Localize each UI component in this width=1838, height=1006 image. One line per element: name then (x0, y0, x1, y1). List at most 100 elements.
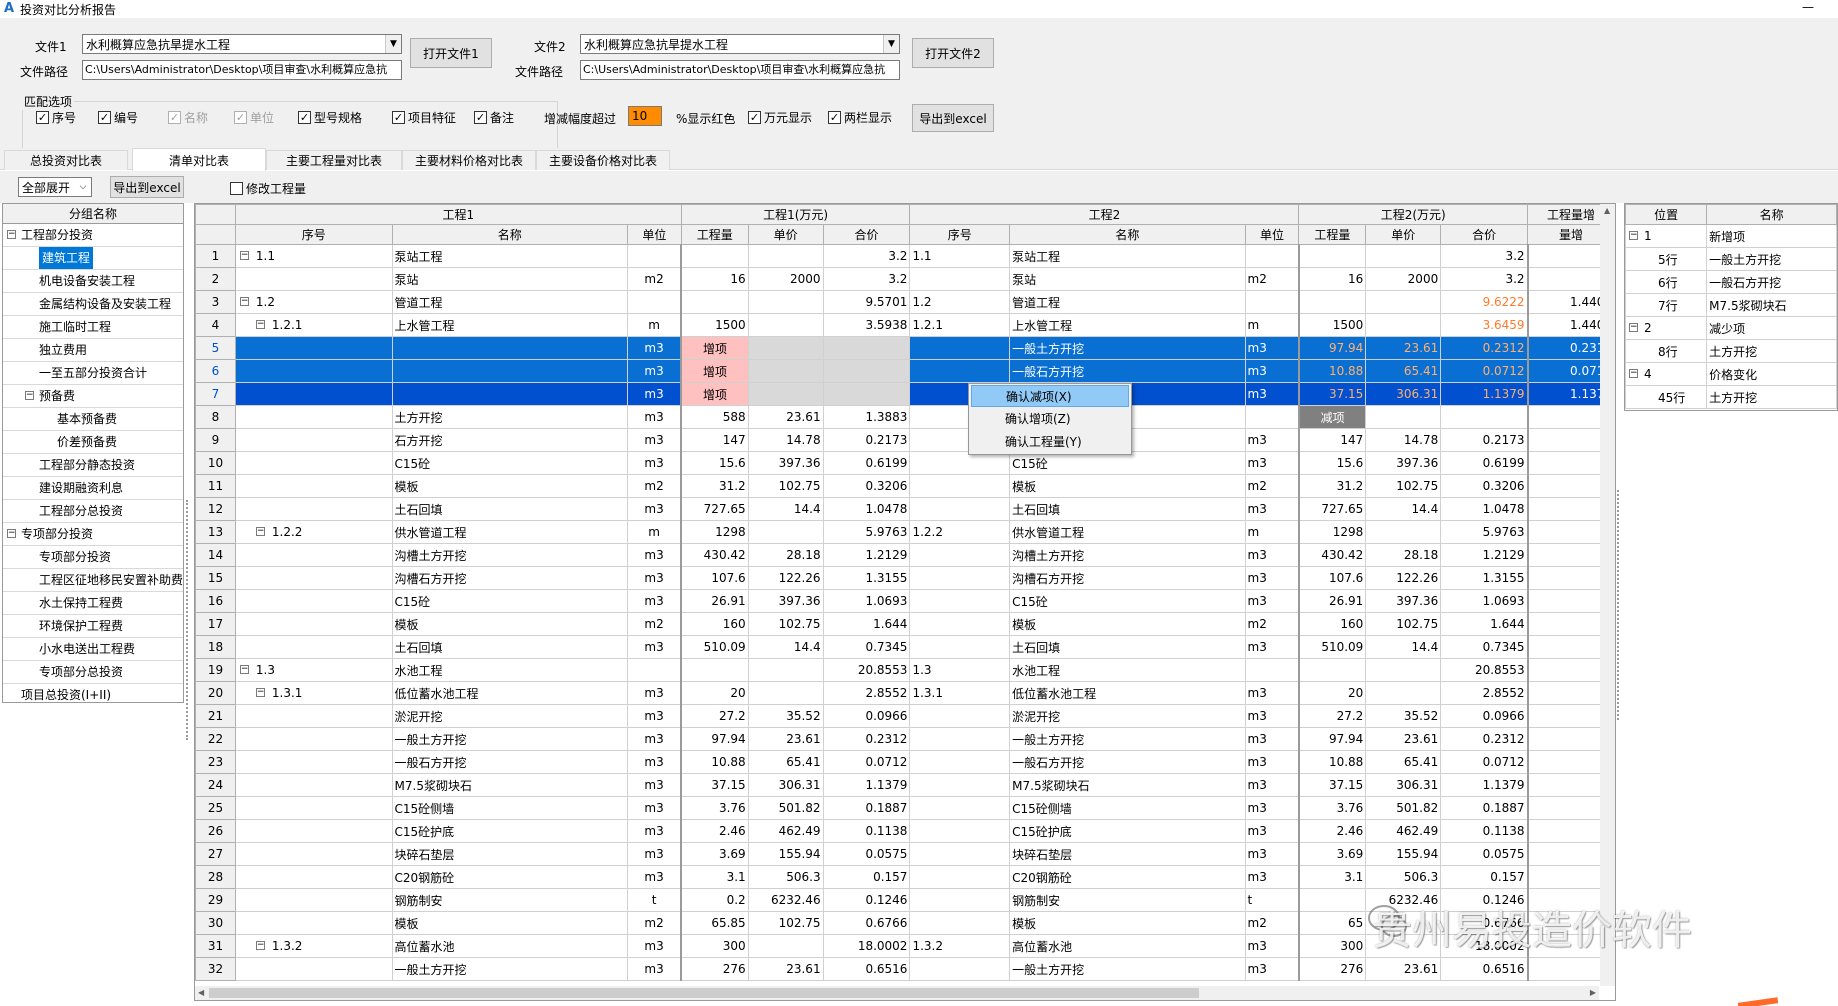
quantity-cell[interactable]: 727.65 (680, 497, 749, 521)
total-cell[interactable]: 0.2312 (1440, 727, 1529, 751)
row-number[interactable]: 14 (195, 543, 236, 567)
sequence-cell[interactable]: 1.2.2 (909, 520, 1011, 544)
total-cell[interactable]: 1.644 (822, 612, 911, 636)
tree-item[interactable]: 专项部分总投资 (3, 661, 183, 684)
sequence-cell[interactable]: 1.1 (909, 244, 1011, 268)
sequence-cell[interactable]: 1.3.1 (909, 681, 1011, 705)
sequence-cell[interactable] (909, 497, 1011, 521)
total-cell[interactable] (822, 359, 911, 383)
name-cell[interactable]: 模板 (391, 911, 628, 935)
name-cell[interactable]: 一般石方开挖 (1009, 750, 1246, 774)
two-column-checkbox[interactable]: ✓ 两栏显示 (828, 109, 892, 126)
quantity-cell[interactable] (1297, 658, 1367, 682)
match-option-checkbox[interactable]: ✓ 序号 (36, 109, 76, 126)
column-header[interactable]: 合价 (1440, 224, 1529, 245)
unit-cell[interactable]: m3 (626, 957, 682, 981)
sequence-cell[interactable] (909, 543, 1011, 567)
name-cell[interactable]: 土石回填 (1009, 497, 1246, 521)
name-cell[interactable]: 模板 (1009, 612, 1246, 636)
unit-cell[interactable]: m3 (626, 382, 682, 406)
match-option-checkbox[interactable]: ✓ 备注 (474, 109, 514, 126)
price-cell[interactable] (1365, 290, 1442, 314)
table-row[interactable]: 4−1.2.1 上水管工程 m 1500 3.5938 1.2.1 上水管工程 m 1500 3.… (195, 313, 1615, 337)
quantity-cell[interactable] (680, 658, 749, 682)
match-option-checkbox[interactable]: ✓ 项目特征 (392, 109, 456, 126)
sequence-cell[interactable]: 1.2.1 (909, 313, 1011, 337)
quantity-cell[interactable] (680, 244, 749, 268)
column-header[interactable]: 名称 (391, 224, 628, 245)
table-row[interactable]: 25 C15砼侧墙 m3 3.76 501.82 0.1887 C15砼侧墙 m3 3.76 50… (195, 796, 1615, 820)
quantity-cell[interactable]: 27.2 (1297, 704, 1367, 728)
name-cell[interactable]: 低位蓄水池工程 (1009, 681, 1246, 705)
table-row[interactable]: 6行 一般石方开挖 (1625, 270, 1837, 294)
price-cell[interactable]: 35.52 (1365, 704, 1442, 728)
total-cell[interactable]: 0.157 (1440, 865, 1529, 889)
table-row[interactable]: 16 C15砼 m3 26.91 397.36 1.0693 C15砼 m3 26.91 397.… (195, 589, 1615, 613)
unit-cell[interactable]: m (1244, 520, 1300, 544)
name-cell[interactable]: 上水管工程 (1009, 313, 1246, 337)
quantity-cell[interactable]: 26.91 (680, 589, 749, 613)
total-cell[interactable]: 0.0575 (822, 842, 911, 866)
quantity-cell[interactable]: 31.2 (1297, 474, 1367, 498)
tree-item[interactable]: 施工临时工程 (3, 316, 183, 339)
sequence-cell[interactable] (234, 773, 393, 797)
total-cell[interactable]: 0.1138 (822, 819, 911, 843)
tree-item[interactable]: 建筑工程 (3, 247, 183, 270)
name-cell[interactable]: 一般土方开挖 (391, 957, 628, 981)
quantity-cell[interactable]: 97.94 (680, 727, 749, 751)
tree-item[interactable]: 一至五部分投资合计 (3, 362, 183, 385)
quantity-cell[interactable]: 减项 (1297, 405, 1367, 429)
unit-cell[interactable]: m2 (626, 612, 682, 636)
tree-item[interactable]: 机电设备安装工程 (3, 270, 183, 293)
sequence-cell[interactable] (909, 842, 1011, 866)
tree-item[interactable]: 工程部分总投资 (3, 500, 183, 523)
unit-cell[interactable] (1244, 658, 1300, 682)
total-cell[interactable]: 0.3206 (1440, 474, 1529, 498)
column-header[interactable]: 合价 (822, 224, 911, 245)
tree-item[interactable]: 独立费用 (3, 339, 183, 362)
sequence-cell[interactable] (234, 451, 393, 475)
quantity-cell[interactable]: 1298 (1297, 520, 1367, 544)
total-cell[interactable]: 9.5701 (822, 290, 911, 314)
price-cell[interactable]: 65.41 (747, 750, 824, 774)
quantity-cell[interactable]: 65 (1297, 911, 1367, 935)
sequence-cell[interactable]: −1.2.2 (234, 520, 393, 544)
quantity-cell[interactable]: 300 (1297, 934, 1367, 958)
price-cell[interactable]: 462.49 (747, 819, 824, 843)
price-cell[interactable]: 14.4 (747, 635, 824, 659)
table-row[interactable]: 5 m3 增项 一般土方开挖 m3 97.94 23.61 0.2312 0.2312 (195, 336, 1615, 360)
price-cell[interactable]: 102.75 (747, 474, 824, 498)
row-number[interactable]: 23 (195, 750, 236, 774)
collapse-icon[interactable]: − (255, 527, 265, 536)
total-cell[interactable]: 3.2 (822, 267, 911, 291)
sequence-cell[interactable]: 1.3 (909, 658, 1011, 682)
total-cell[interactable]: 0.6199 (1440, 451, 1529, 475)
collapse-icon[interactable]: − (1629, 323, 1638, 332)
sequence-cell[interactable] (234, 589, 393, 613)
unit-cell[interactable]: m3 (626, 865, 682, 889)
unit-cell[interactable]: m3 (626, 566, 682, 590)
unit-cell[interactable]: m3 (1244, 428, 1300, 452)
sequence-cell[interactable] (234, 796, 393, 820)
name-cell[interactable]: C15砼 (1009, 589, 1246, 613)
unit-cell[interactable]: m3 (626, 451, 682, 475)
total-cell[interactable]: 0.1138 (1440, 819, 1529, 843)
table-row[interactable]: 3−1.2 管道工程 9.5701 1.2 管道工程 9.6222 1.4403 (195, 290, 1615, 314)
unit-cell[interactable]: m3 (1244, 382, 1300, 406)
price-cell[interactable]: 23.61 (1365, 336, 1442, 360)
quantity-cell[interactable]: 15.6 (680, 451, 749, 475)
name-cell[interactable]: 一般石方开挖 (391, 750, 628, 774)
scroll-thumb[interactable] (209, 988, 1199, 998)
total-cell[interactable]: 0.2173 (1440, 428, 1529, 452)
open-file2-button[interactable]: 打开文件2 (912, 38, 994, 68)
tree-item[interactable]: − 预备费 (3, 385, 183, 408)
collapse-icon[interactable]: − (239, 251, 249, 260)
row-number[interactable]: 25 (195, 796, 236, 820)
name-cell[interactable]: 沟槽土方开挖 (391, 543, 628, 567)
unit-cell[interactable]: m3 (1244, 957, 1300, 981)
total-cell[interactable]: 2.8552 (822, 681, 911, 705)
column-header[interactable]: 单位 (626, 224, 682, 245)
table-row[interactable]: 32 一般土方开挖 m3 276 23.61 0.6516 一般土方开挖 m3 276 23.61… (195, 957, 1615, 981)
total-cell[interactable]: 1.1379 (1440, 773, 1529, 797)
position-cell[interactable]: −1 (1625, 224, 1708, 248)
